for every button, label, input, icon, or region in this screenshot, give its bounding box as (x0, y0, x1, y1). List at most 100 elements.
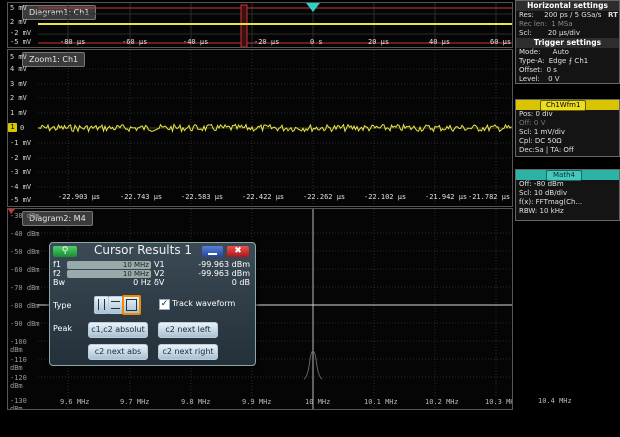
d1-xlabel: -60 µs (122, 38, 148, 46)
d1-xlabel: 0 s (310, 38, 323, 46)
close-button[interactable]: ✖ (227, 246, 249, 257)
ch1-header[interactable]: Ch1Wfm1 (516, 100, 619, 111)
d2-xlabel: 9.7 MHz (120, 398, 150, 406)
type-a-value: Edge ⨍ Ch1 (548, 57, 589, 65)
rec-len-row: Rec len: 1 MSa (516, 20, 619, 29)
d1-xlabel: 60 µs (490, 38, 512, 46)
ch1-info-panel[interactable]: Ch1Wfm1 Pos: 0 div Off: 0 V Scl: 1 mV/di… (515, 99, 620, 157)
track-waveform-checkbox[interactable]: ✓ (159, 299, 170, 310)
d2-ylabel: -60 dBm (10, 266, 40, 274)
d1-ylabel: 2 mV (10, 18, 27, 26)
d2-ylabel: -40 dBm (10, 230, 40, 238)
z1-xlabel: -21.782 µs (468, 193, 511, 201)
mode-row: Mode: Auto (516, 48, 619, 57)
diagram1-panel[interactable]: Diagram1: Ch1 5 mV 2 mV -2 mV -5 mV -80 … (7, 2, 513, 48)
ch1-off: Off: 0 V (519, 119, 546, 127)
math4-header[interactable]: Math4 (516, 170, 619, 181)
type-both-button[interactable] (122, 295, 141, 315)
rec-len-key: Rec len: (519, 20, 547, 28)
d1-xlabel: -80 µs (60, 38, 86, 46)
z1-ylabel: 5 mV (10, 53, 27, 61)
z1-ylabel: -1 mV (10, 139, 32, 147)
d2-ylabel: -110 dBm (10, 356, 27, 372)
res-row: Res: 200 ps / 5 GSa/s (516, 11, 619, 20)
level-row: Level: 0 V (516, 75, 619, 84)
c2-next-left-button[interactable]: c2 next left (158, 322, 218, 338)
d2-ylabel: -30 dBm (10, 212, 40, 220)
both-cursors-icon (126, 299, 137, 311)
minimize-icon (208, 253, 217, 255)
d1-xlabel: -20 µs (254, 38, 280, 46)
z1-xlabel: -22.102 µs (364, 193, 407, 201)
z1-xlabel: -22.422 µs (242, 193, 285, 201)
z1-ylabel: 1 mV (10, 109, 27, 117)
z1-xlabel: -22.903 µs (58, 193, 101, 201)
ch1-title: Ch1Wfm1 (540, 100, 587, 111)
z1-xlabel: -21.942 µs (425, 193, 468, 201)
math4-info-panel[interactable]: Math4 Off: -80 dBm Scl: 10 dB/div f(x): … (515, 169, 620, 221)
track-waveform-label[interactable]: Track waveform (172, 299, 235, 308)
type-a-row: Type-A: Edge ⨍ Ch1 (516, 57, 619, 66)
c2-next-abs-button[interactable]: c2 next abs (88, 344, 148, 360)
zoom1-grid (37, 50, 512, 206)
f2-value: 10 MHz (67, 270, 151, 278)
z1-ylabel: -3 mV (10, 168, 32, 176)
d2-xlabel: 9.8 MHz (181, 398, 211, 406)
v2-value: -99.963 dBm (198, 269, 250, 278)
d2-xlabel: 10 MHz (305, 398, 331, 406)
type-label: Type (53, 301, 72, 310)
bw-label: Bw (53, 278, 66, 287)
type-horizontal-button[interactable] (108, 296, 123, 314)
ch1-scl: Scl: 1 mV/div (519, 128, 565, 136)
d2-xlabel: 10.4 MHz (538, 397, 572, 405)
math4-title: Math4 (546, 170, 582, 181)
vertical-cursors-icon (98, 299, 105, 310)
v1-value: -99.963 dBm (198, 260, 250, 269)
res-key: Res: (519, 11, 534, 19)
horizontal-trigger-panel[interactable]: Horizontal settings Res: 200 ps / 5 GSa/… (515, 0, 620, 84)
type-vertical-button[interactable] (94, 296, 109, 314)
d1-xlabel: 40 µs (429, 38, 451, 46)
c2-next-right-button[interactable]: c2 next right (158, 344, 218, 360)
bw-value: 0 Hz (133, 278, 151, 287)
ch1-pos: Pos: 0 div (519, 110, 553, 118)
mode-key: Mode: (519, 48, 541, 56)
zoom1-panel[interactable]: Zoom1: Ch1 1 5 mV 4 mV 3 mV 2 mV 1 mV 0 … (7, 49, 513, 207)
z1-ylabel: -2 mV (10, 154, 32, 162)
math4-scl: Scl: 10 dB/div (519, 189, 568, 197)
d1-ylabel: 5 mV (10, 4, 27, 12)
mode-value: Auto (552, 48, 569, 56)
d2-ylabel: -130 dBm (10, 397, 27, 410)
z1-ylabel: -5 mV (10, 196, 32, 204)
c1-c2-absolut-button[interactable]: c1,c2 absolut (88, 322, 148, 338)
type-a-key: Type-A: (519, 57, 545, 65)
z1-ylabel: 4 mV (10, 65, 27, 73)
z1-xlabel: -22.583 µs (181, 193, 224, 201)
cursor-results-dialog[interactable]: ⚲ Cursor Results 1 ✖ f1 10 MHz f2 10 MHz… (49, 242, 256, 366)
horizontal-settings-title[interactable]: Horizontal settings (516, 1, 619, 11)
scl-key: Scl: (519, 29, 532, 37)
d2-xlabel: 10.1 MHz (364, 398, 398, 406)
horizontal-cursors-icon (111, 301, 120, 309)
trigger-settings-title[interactable]: Trigger settings (516, 38, 619, 48)
ch1-ground-marker[interactable]: 1 (8, 123, 17, 132)
ch1-cpl: Cpl: DC 50Ω (519, 137, 562, 145)
f1-value: 10 MHz (67, 261, 151, 269)
minimize-button[interactable] (202, 246, 223, 257)
scl-row: Scl: 20 µs/div (516, 29, 619, 38)
f1-label: f1 (53, 260, 61, 269)
d1-ylabel: -2 mV (10, 29, 32, 37)
d2-xlabel: 9.9 MHz (242, 398, 272, 406)
d2-ylabel: -70 dBm (10, 284, 40, 292)
dialog-search-button[interactable]: ⚲ (53, 246, 77, 257)
v1-label: V1 (154, 260, 165, 269)
d1-xlabel: -40 µs (183, 38, 209, 46)
zoom-window (240, 4, 248, 47)
dialog-title: Cursor Results 1 (94, 243, 193, 257)
offset-key: Offset: (519, 66, 543, 74)
z1-ylabel: 3 mV (10, 80, 27, 88)
z1-xlabel: -22.262 µs (303, 193, 346, 201)
d2-xlabel: 9.6 MHz (60, 398, 90, 406)
z1-ylabel: 0 (20, 124, 25, 132)
offset-row: Offset: 0 s (516, 66, 619, 75)
